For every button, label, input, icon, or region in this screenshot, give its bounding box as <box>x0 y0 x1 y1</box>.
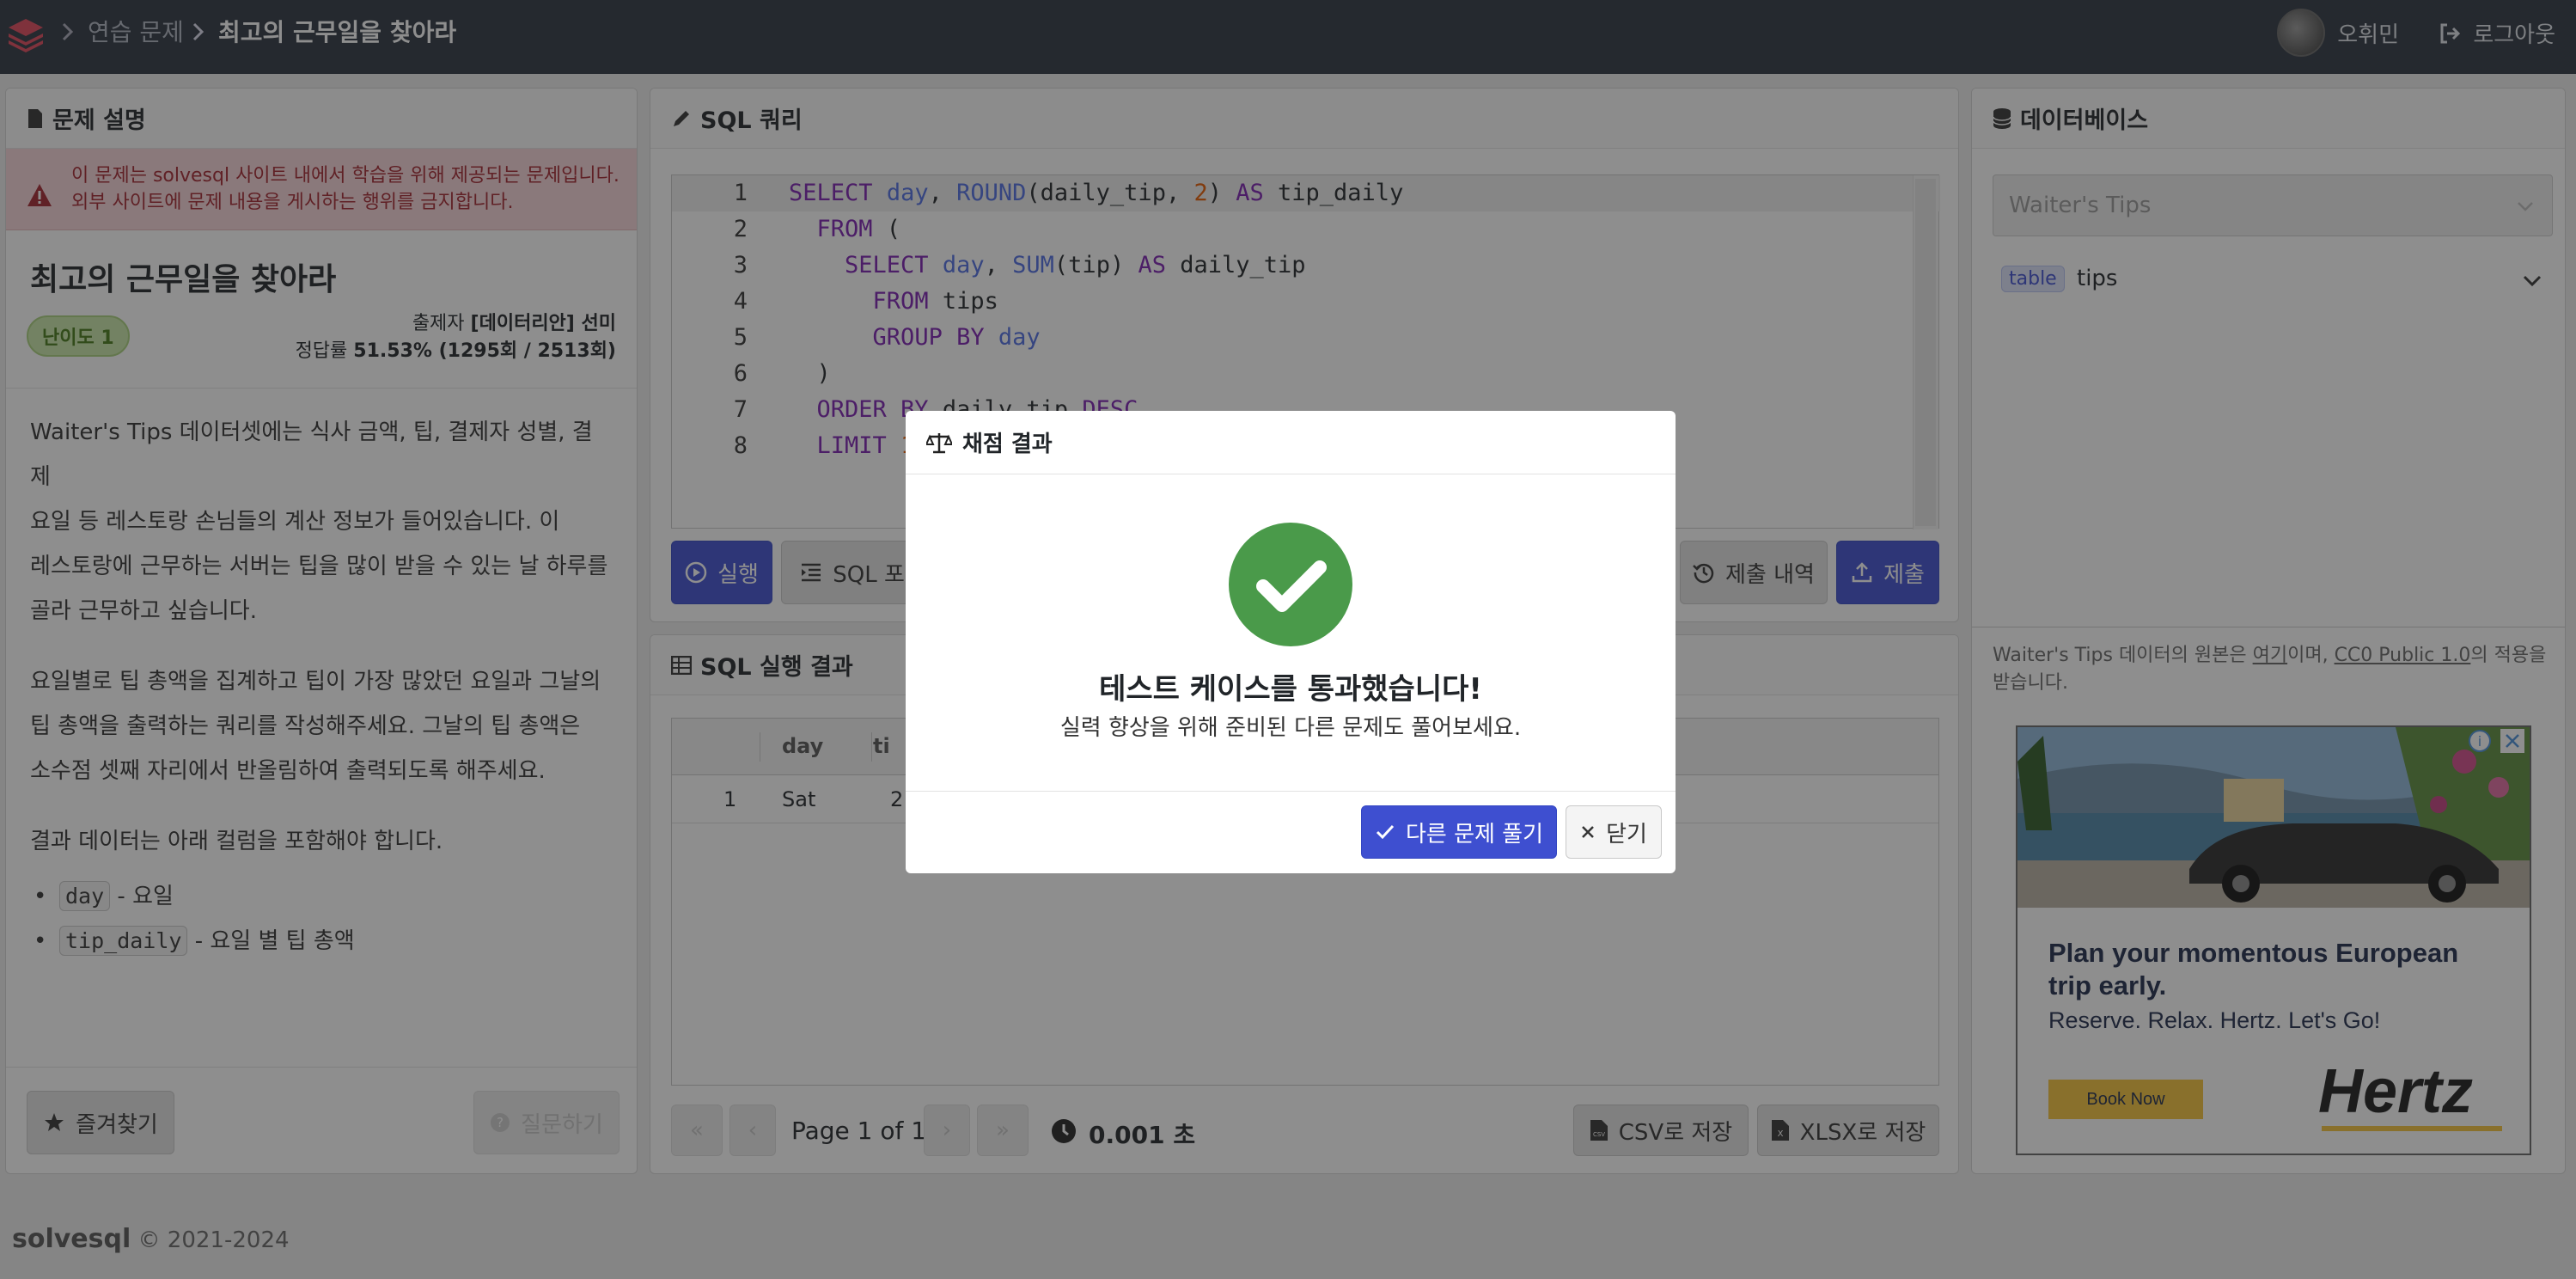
grading-result-modal: 채점 결과 테스트 케이스를 통과했습니다! 실력 향상을 위해 준비된 다른 … <box>906 411 1676 873</box>
modal-sub-message: 실력 향상을 위해 준비된 다른 문제도 풀어보세요. <box>1059 715 1522 741</box>
next-problem-label: 다른 문제 풀기 <box>1405 821 1544 848</box>
modal-header: 채점 결과 <box>906 411 1676 474</box>
modal-message: 테스트 케이스를 통과했습니다! <box>1099 672 1482 707</box>
modal-title: 채점 결과 <box>962 431 1053 457</box>
modal-footer: 다른 문제 풀기 닫기 <box>906 791 1676 873</box>
check-circle-icon <box>1229 523 1352 646</box>
scale-balance-icon <box>926 432 952 453</box>
close-label: 닫기 <box>1606 821 1647 848</box>
close-button[interactable]: 닫기 <box>1566 805 1662 859</box>
close-icon <box>1582 826 1594 838</box>
check-icon <box>1376 824 1395 840</box>
next-problem-button[interactable]: 다른 문제 풀기 <box>1361 805 1557 859</box>
